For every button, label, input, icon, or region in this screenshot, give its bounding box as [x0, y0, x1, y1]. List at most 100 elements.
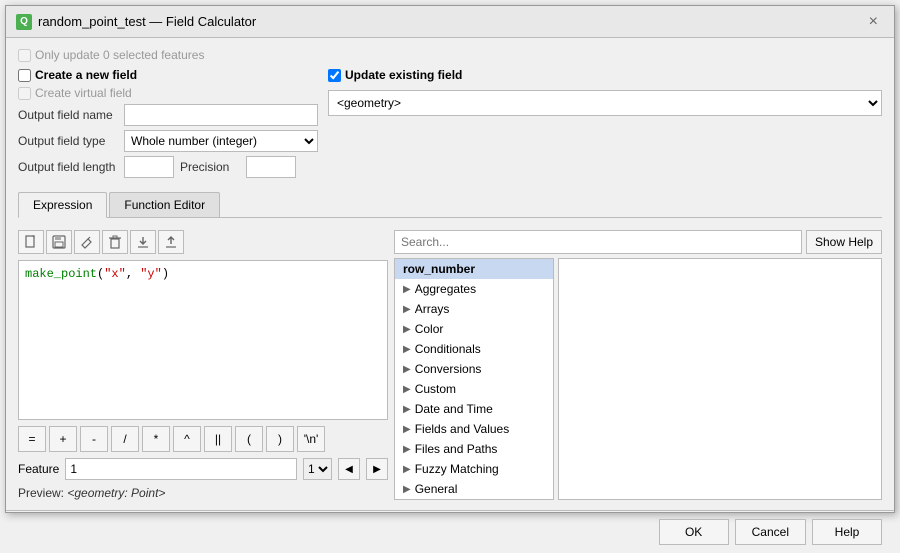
field-calculator-dialog: Q random_point_test — Field Calculator ×…	[5, 5, 895, 513]
output-length-input[interactable]: 10	[124, 156, 174, 178]
edit-button[interactable]	[74, 230, 100, 254]
create-field-section: Create a new field Create virtual field …	[18, 68, 318, 182]
function-item-conditionals[interactable]: ▶ Conditionals	[395, 339, 553, 359]
code-paren-close: )	[162, 267, 169, 281]
code-arg1: "x"	[104, 267, 126, 281]
update-existing-section: Update existing field <geometry>	[328, 68, 882, 116]
tab-function-editor[interactable]: Function Editor	[109, 192, 220, 217]
close-button[interactable]: ×	[863, 12, 884, 32]
export-button[interactable]	[158, 230, 184, 254]
only-update-checkbox[interactable]	[18, 49, 31, 62]
calc-plus[interactable]: +	[49, 426, 77, 452]
function-item-date-time[interactable]: ▶ Date and Time	[395, 399, 553, 419]
calc-open-paren[interactable]: (	[235, 426, 263, 452]
output-length-row: Output field length 10 Precision 3	[18, 156, 318, 178]
calc-concat[interactable]: ||	[204, 426, 232, 452]
calc-multiply[interactable]: *	[142, 426, 170, 452]
function-browser-panel: Show Help row_number ▶ Aggregates ▶	[394, 230, 882, 500]
function-item-files-paths[interactable]: ▶ Files and Paths	[395, 439, 553, 459]
delete-icon	[108, 235, 122, 249]
calc-buttons-row: = + - / * ^ || ( ) '\n'	[18, 426, 388, 452]
only-update-label[interactable]: Only update 0 selected features	[18, 48, 204, 62]
feature-select[interactable]: 1	[303, 458, 332, 480]
function-item-custom[interactable]: ▶ Custom	[395, 379, 553, 399]
update-existing-checkbox[interactable]	[328, 69, 341, 82]
field-options-row: Create a new field Create virtual field …	[18, 68, 882, 182]
function-item-general[interactable]: ▶ General	[395, 479, 553, 499]
cancel-button[interactable]: Cancel	[735, 519, 806, 545]
calc-newline[interactable]: '\n'	[297, 426, 325, 452]
export-icon	[164, 235, 178, 249]
expand-arrow: ▶	[403, 384, 411, 395]
expand-arrow: ▶	[403, 404, 411, 415]
feature-prev-button[interactable]: ◀	[338, 458, 360, 480]
output-type-select[interactable]: Whole number (integer)	[124, 130, 318, 152]
expand-arrow: ▶	[403, 364, 411, 375]
precision-input[interactable]: 3	[246, 156, 296, 178]
expand-arrow: ▶	[403, 344, 411, 355]
editor-panel: make_point("x", "y") = + - / * ^ || ( ) …	[18, 230, 388, 500]
calc-divide[interactable]: /	[111, 426, 139, 452]
new-icon	[24, 235, 38, 249]
output-name-input[interactable]	[124, 104, 318, 126]
output-type-row: Output field type Whole number (integer)	[18, 130, 318, 152]
code-function-name: make_point	[25, 267, 97, 281]
save-icon	[52, 235, 66, 249]
function-list[interactable]: row_number ▶ Aggregates ▶ Arrays ▶ Col	[394, 258, 554, 500]
edit-icon	[80, 235, 94, 249]
show-help-button[interactable]: Show Help	[806, 230, 882, 254]
new-button[interactable]	[18, 230, 44, 254]
preview-row: Preview: <geometry: Point>	[18, 486, 388, 500]
tab-expression[interactable]: Expression	[18, 192, 107, 218]
calc-close-paren[interactable]: )	[266, 426, 294, 452]
calc-equals[interactable]: =	[18, 426, 46, 452]
delete-button[interactable]	[102, 230, 128, 254]
create-virtual-checkbox[interactable]	[18, 87, 31, 100]
search-input[interactable]	[394, 230, 802, 254]
expand-arrow: ▶	[403, 424, 411, 435]
expand-arrow: ▶	[403, 304, 411, 315]
bottom-buttons: OK Cancel Help	[6, 510, 894, 553]
preview-value: <geometry: Point>	[67, 486, 165, 500]
save-button[interactable]	[46, 230, 72, 254]
code-editor-area[interactable]: make_point("x", "y")	[18, 260, 388, 420]
expand-arrow: ▶	[403, 484, 411, 495]
function-item-aggregates[interactable]: ▶ Aggregates	[395, 279, 553, 299]
title-bar: Q random_point_test — Field Calculator ×	[6, 6, 894, 38]
feature-next-button[interactable]: ▶	[366, 458, 388, 480]
window-title: random_point_test — Field Calculator	[38, 14, 256, 29]
function-item-fields-values[interactable]: ▶ Fields and Values	[395, 419, 553, 439]
code-arg2: "y"	[140, 267, 162, 281]
update-field-dropdown[interactable]: <geometry>	[328, 90, 882, 116]
main-content: make_point("x", "y") = + - / * ^ || ( ) …	[18, 230, 882, 500]
top-options-row: Only update 0 selected features	[18, 48, 882, 62]
function-item-conversions[interactable]: ▶ Conversions	[395, 359, 553, 379]
search-row: Show Help	[394, 230, 882, 254]
help-button[interactable]: Help	[812, 519, 882, 545]
function-item-fuzzy[interactable]: ▶ Fuzzy Matching	[395, 459, 553, 479]
calc-minus[interactable]: -	[80, 426, 108, 452]
code-comma: ,	[126, 267, 140, 281]
output-name-row: Output field name	[18, 104, 318, 126]
feature-input[interactable]	[65, 458, 297, 480]
update-existing-label[interactable]: Update existing field	[328, 68, 882, 82]
editor-toolbar	[18, 230, 388, 254]
import-button[interactable]	[130, 230, 156, 254]
app-icon: Q	[16, 14, 32, 30]
create-new-field-checkbox[interactable]	[18, 69, 31, 82]
function-item-arrays[interactable]: ▶ Arrays	[395, 299, 553, 319]
expand-arrow: ▶	[403, 324, 411, 335]
title-bar-left: Q random_point_test — Field Calculator	[16, 14, 256, 30]
function-item-row_number[interactable]: row_number	[395, 259, 553, 279]
tabs-row: Expression Function Editor	[18, 192, 882, 218]
calc-power[interactable]: ^	[173, 426, 201, 452]
ok-button[interactable]: OK	[659, 519, 729, 545]
expand-arrow: ▶	[403, 284, 411, 295]
dialog-body: Only update 0 selected features Create a…	[6, 38, 894, 510]
help-panel	[558, 258, 882, 500]
function-item-color[interactable]: ▶ Color	[395, 319, 553, 339]
import-icon	[136, 235, 150, 249]
create-new-field-label[interactable]: Create a new field	[18, 68, 318, 82]
function-browser-content: row_number ▶ Aggregates ▶ Arrays ▶ Col	[394, 258, 882, 500]
virtual-field-row: Create virtual field	[18, 86, 318, 100]
